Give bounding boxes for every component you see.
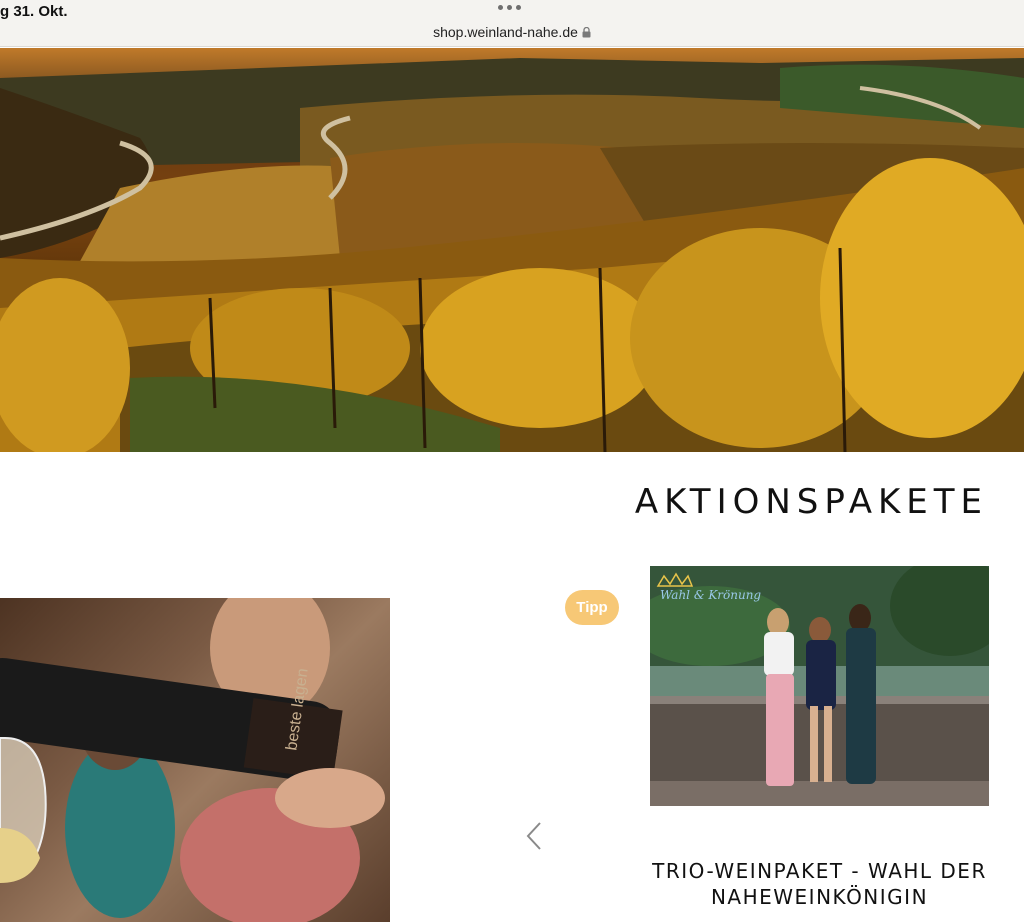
crown-logo-text: Wahl & Krönung [660, 588, 761, 602]
product-card-wine-pour[interactable]: beste lagen [0, 598, 390, 922]
product-title-line-1: TRIO-WEINPAKET - WAHL DER [652, 859, 987, 883]
tipp-badge: Tipp [565, 590, 619, 625]
tab-dots-icon[interactable] [498, 5, 521, 10]
wine-queens-photo: Wahl & Krönung [650, 566, 989, 806]
product-title[interactable]: TRIO-WEINPAKET - WAHL DER NAHEWEINKÖNIGI… [650, 858, 989, 910]
wine-pour-image: beste lagen [0, 598, 385, 922]
url-text: shop.weinland-nahe.de [433, 24, 578, 40]
hero-banner[interactable] [0, 48, 1024, 452]
browser-toolbar: g 31. Okt. shop.weinland-nahe.de [0, 0, 1024, 47]
vineyard-landscape-image [0, 48, 1024, 452]
lock-icon [582, 25, 591, 41]
section-title: AKTIONSPAKETE [634, 482, 988, 522]
chevron-left-icon[interactable] [522, 819, 544, 853]
product-title-line-2: NAHEWEINKÖNIGIN [710, 885, 929, 909]
address-bar[interactable]: shop.weinland-nahe.de [0, 24, 1024, 41]
product-card-image[interactable]: Wahl & Krönung [650, 566, 989, 806]
status-date: g 31. Okt. [0, 3, 68, 20]
